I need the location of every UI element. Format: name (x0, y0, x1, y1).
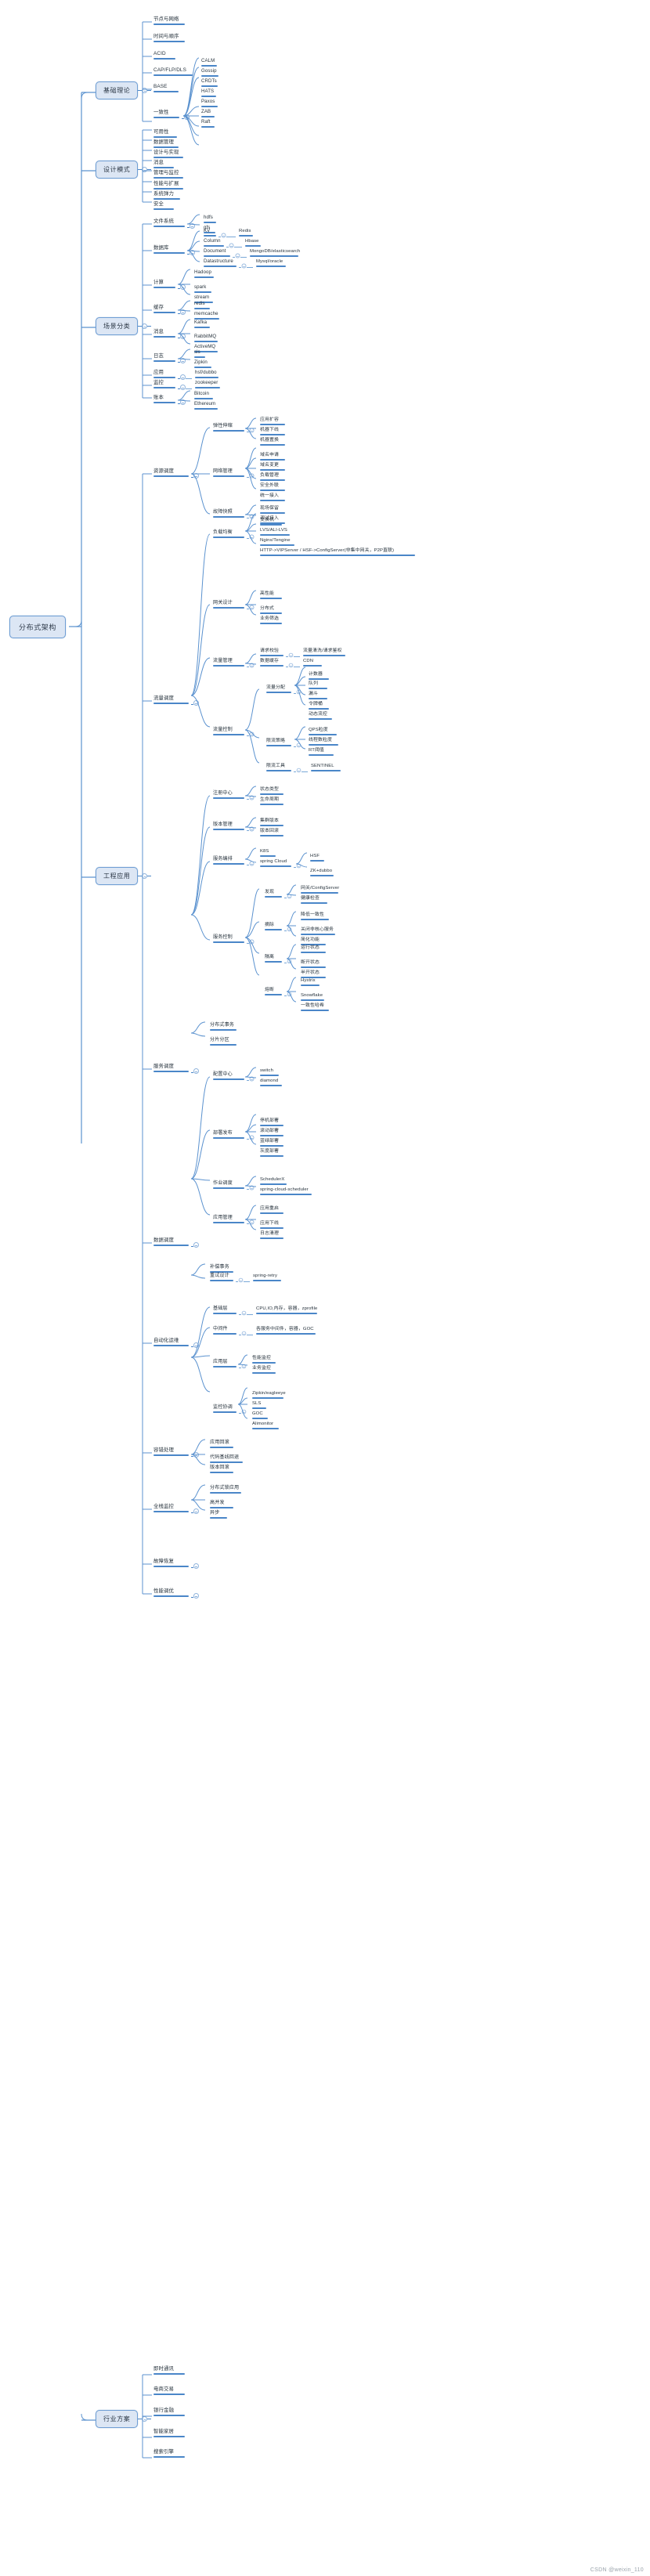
collapse-toggle[interactable] (241, 1331, 247, 1336)
node-raft[interactable]: Raft (198, 119, 217, 130)
node-basic-2[interactable]: 时间与顺序 (150, 34, 187, 45)
branch-label-basic-theory: 基础理论 (96, 81, 139, 99)
collapse-toggle[interactable] (241, 1310, 247, 1316)
collapse-toggle[interactable] (221, 233, 226, 238)
node-hsf-dubbo[interactable]: hsf/dubbo (192, 370, 221, 381)
node-middleware-metrics[interactable]: 各服务中间件，容器，GOC (253, 1326, 318, 1337)
collapse-toggle[interactable] (235, 253, 240, 258)
collapse-toggle[interactable] (193, 1563, 199, 1569)
node-perf-tuning[interactable]: 性能调优 (150, 1588, 199, 1599)
wires-automation (190, 1076, 211, 1216)
node-banking-finance[interactable]: 银行金融 (150, 2408, 187, 2419)
node-basic-3[interactable]: ACID (150, 51, 178, 62)
node-log-cleanup[interactable]: 日志清理 (257, 1230, 286, 1241)
node-async[interactable]: 异步 (207, 1510, 229, 1521)
root-label: 分布式架构 (9, 616, 67, 638)
node-spring-retry[interactable]: spring-retry (250, 1273, 283, 1284)
mindmap-canvas: 分布式架构 基础理论 节点与网络 时间与顺序 ACID CAP/FLP/DLS … (0, 0, 650, 2576)
connector-wires (69, 92, 96, 2421)
node-lifecycle[interactable]: 生命周期 (257, 797, 286, 807)
node-version-rollback[interactable]: 版本回滚 (257, 828, 286, 839)
node-diamond[interactable]: diamond (257, 1078, 284, 1089)
collapse-toggle[interactable] (241, 263, 247, 269)
node-biz-filter[interactable]: 业务筛选 (257, 616, 284, 627)
node-zipkin[interactable]: Zipkin (191, 359, 214, 370)
collapse-toggle[interactable] (238, 1277, 244, 1283)
node-column[interactable]: Column Hbase (200, 238, 263, 249)
node-mongo-es[interactable]: MongoDB/elasticsearch (247, 248, 302, 259)
node-alimonitor[interactable]: Alimonitor (249, 1421, 281, 1432)
node-limit-tool[interactable]: 限流工具 SENTINEL (263, 763, 343, 774)
collapse-toggle[interactable] (180, 374, 186, 380)
node-base-layer[interactable]: 基础层 CPU,IO,内存，容器，zprofile (210, 1306, 320, 1317)
collapse-toggle[interactable] (193, 1242, 199, 1248)
wires-service (190, 795, 211, 941)
node-sharding[interactable]: 分片分区 (207, 1037, 239, 1048)
node-vipserver-configserver[interactable]: HTTP->VIPServer / HSF->ConfigServer(非集中网… (257, 547, 417, 558)
node-instant-messaging[interactable]: 即时通讯 (150, 2366, 187, 2377)
node-zk-dubbo[interactable]: ZK+dubbo (307, 868, 336, 879)
node-ethereum[interactable]: Ethereum (191, 401, 220, 412)
node-k8s[interactable]: K8S (257, 848, 278, 859)
node-smart-home[interactable]: 智能家居 (150, 2429, 187, 2440)
node-data-scheduling[interactable]: 数据调度 (150, 1237, 199, 1248)
node-sentinel[interactable]: SENTINEL (308, 763, 343, 774)
node-search-engine[interactable]: 搜索引擎 (150, 2449, 187, 2460)
node-request-verify[interactable]: 请求校验 流量清洗/请求鉴权 (257, 648, 348, 659)
node-redis-db[interactable]: Redis (236, 228, 255, 239)
node-hbase[interactable]: Hbase (242, 238, 263, 249)
collapse-toggle[interactable] (296, 768, 302, 773)
branch-label-scenario: 场景分类 (96, 317, 139, 335)
wires-engineering (142, 473, 152, 1595)
branch-label-industry: 行业方案 (96, 2410, 139, 2428)
node-biz-monitor[interactable]: 业务监控 (249, 1365, 278, 1376)
node-basic-1[interactable]: 节点与网络 (150, 16, 187, 27)
node-kv[interactable]: KV Redis (200, 228, 255, 239)
collapse-toggle[interactable] (288, 652, 294, 658)
node-spring-cloud-scheduler[interactable]: spring-cloud-scheduler (257, 1187, 314, 1198)
node-document[interactable]: Document MongoDB/elasticsearch (200, 248, 302, 259)
node-consistent-hash[interactable]: 一致性哈希 (298, 1003, 331, 1013)
wires-traffic-ctrl (244, 688, 260, 764)
node-base-metrics[interactable]: CPU,IO,内存，容器，zprofile (253, 1306, 320, 1317)
watermark: CSDN @weixin_110 (590, 2567, 644, 2573)
branch-label-design-pattern: 设计模式 (96, 161, 139, 179)
node-traffic-clean[interactable]: 流量清洗/请求鉴权 (300, 648, 348, 659)
node-retry-design[interactable]: 重试设计 spring-retry (207, 1273, 283, 1284)
node-version-rollback2[interactable]: 版本回滚 (207, 1465, 236, 1476)
node-mysql-oracle[interactable]: Mysql/oracle (253, 258, 288, 269)
node-middleware-layer[interactable]: 中间件 各服务中间件，容器，GOC (210, 1326, 318, 1337)
node-basic-5[interactable]: BASE (150, 84, 181, 95)
node-canary-deploy[interactable]: 灰度部署 (257, 1148, 286, 1159)
node-health-check[interactable]: 健康检查 (298, 895, 330, 906)
root-node[interactable]: 分布式架构 (9, 616, 67, 638)
node-security[interactable]: 安全 (150, 201, 176, 212)
branch-label-engineering: 工程应用 (96, 867, 139, 885)
collapse-toggle[interactable] (193, 1593, 199, 1599)
collapse-toggle[interactable] (229, 243, 234, 248)
node-fault-recovery[interactable]: 故障恢复 (150, 1559, 199, 1570)
node-rt-threshold[interactable]: RT阈值 (305, 747, 336, 758)
node-ecommerce[interactable]: 电商交易 (150, 2386, 187, 2397)
node-application[interactable]: 应用 hsf/dubbo (150, 370, 221, 381)
